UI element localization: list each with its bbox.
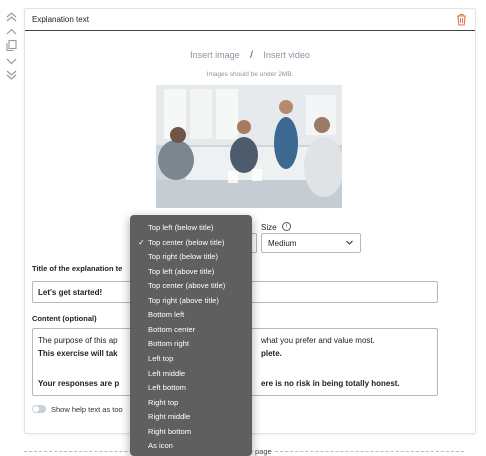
position-option[interactable]: Right top <box>130 398 252 413</box>
check-icon: ✓ <box>138 237 145 247</box>
move-to-bottom-icon[interactable] <box>5 69 18 82</box>
footer-text[interactable]: page <box>253 447 274 456</box>
image-size-hint: Images should be under 2MB. <box>206 71 294 78</box>
position-option[interactable]: Top left (above title) <box>130 267 252 282</box>
position-option[interactable]: Bottom center <box>130 325 252 340</box>
image-position-dropdown: Top left (below title) ✓ Top center (below… <box>130 215 252 456</box>
position-option[interactable]: Top center (above title) <box>130 281 252 296</box>
position-option[interactable]: Left top <box>130 354 252 369</box>
move-up-icon[interactable] <box>5 25 18 38</box>
title-field-label: Title of the explanation te <box>32 264 123 273</box>
move-to-top-icon[interactable] <box>5 10 18 23</box>
position-option[interactable]: Top left (below title) <box>130 223 252 238</box>
position-option-label: Top left (above title) <box>148 266 215 276</box>
position-option-label: Left middle <box>148 368 186 378</box>
trash-icon[interactable] <box>456 13 467 26</box>
position-option-label: Right top <box>148 397 179 407</box>
insert-video-link[interactable]: Insert video <box>263 50 310 60</box>
position-option[interactable]: Bottom right <box>130 339 252 354</box>
card-title: Explanation text <box>32 15 89 24</box>
uploaded-image[interactable] <box>156 85 342 208</box>
position-option[interactable]: Top right (above title) <box>130 296 252 311</box>
media-separator: / <box>250 50 253 61</box>
position-option-label: Bottom right <box>148 339 189 349</box>
position-option[interactable]: ✓ Top center (below title) <box>130 238 252 253</box>
position-option-label: Top center (below title) <box>148 237 225 247</box>
chevron-down-icon <box>346 240 353 245</box>
position-option[interactable]: Left bottom <box>130 383 252 398</box>
content-line-1-right: what you prefer and value most. <box>261 336 375 345</box>
position-option[interactable]: Top right (below title) <box>130 252 252 267</box>
size-info-icon[interactable]: i <box>282 222 291 231</box>
move-down-icon[interactable] <box>5 55 18 68</box>
position-option-label: Left bottom <box>148 383 186 393</box>
position-option-label: Bottom left <box>148 310 185 320</box>
position-option-label: Left top <box>148 353 174 363</box>
size-select[interactable]: Medium <box>261 233 361 253</box>
position-option-label: Right bottom <box>148 426 192 436</box>
position-option[interactable]: Bottom left <box>130 310 252 325</box>
position-option-label: Top right (below title) <box>148 252 219 262</box>
media-insert-row: Insert image / Insert video <box>25 50 475 61</box>
position-option-label: Top left (below title) <box>148 223 214 232</box>
size-select-value: Medium <box>268 239 297 248</box>
content-line-2-left: This exercise will tak <box>38 349 118 358</box>
content-line-3-left: Your responses are p <box>38 379 120 388</box>
duplicate-icon[interactable] <box>5 39 18 52</box>
position-option-label: As icon <box>148 441 173 451</box>
position-option[interactable]: Left middle <box>130 369 252 384</box>
position-option-label: Right middle <box>148 412 191 422</box>
position-option-label: Bottom center <box>148 324 196 334</box>
position-option[interactable]: Right middle <box>130 412 252 427</box>
content-line-2-right: plete. <box>261 349 282 358</box>
reorder-rail <box>0 0 22 456</box>
content-line-3-right: ere is no risk in being totally honest. <box>261 379 400 388</box>
content-line-1-left: The purpose of this ap <box>38 336 118 345</box>
size-label: Size <box>261 223 277 232</box>
position-option-label: Top right (above title) <box>148 295 219 305</box>
content-field-label: Content (optional) <box>32 314 97 323</box>
position-option-label: Top center (above title) <box>148 281 226 291</box>
insert-image-link[interactable]: Insert image <box>190 50 240 60</box>
position-option[interactable]: As icon <box>130 441 252 456</box>
card-header: Explanation text <box>25 9 475 31</box>
position-option[interactable]: Right bottom <box>130 427 252 442</box>
help-text-toggle-label: Show help text as too <box>51 405 123 414</box>
help-text-toggle[interactable] <box>32 405 46 413</box>
